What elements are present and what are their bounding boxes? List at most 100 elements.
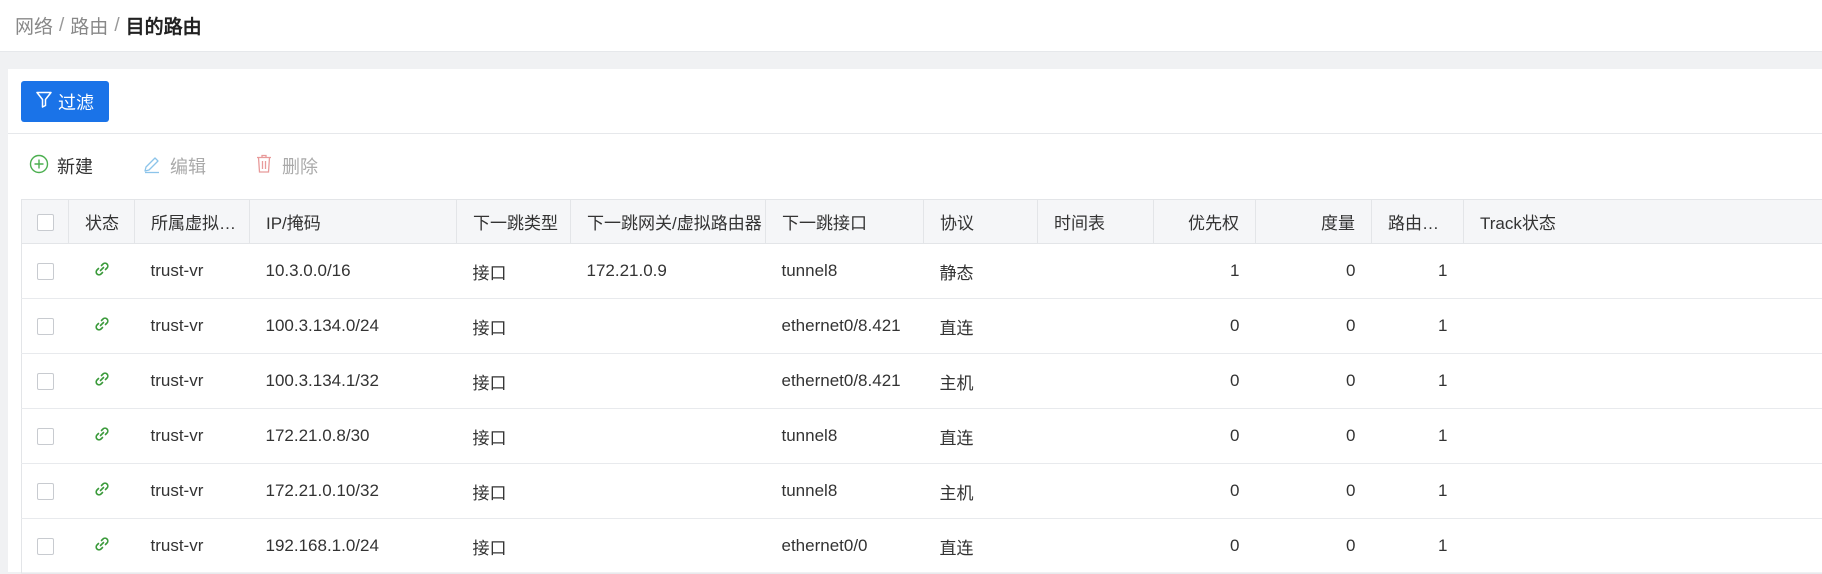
row-protocol: 直连 [924, 519, 1038, 574]
page-title: 目的路由 [126, 12, 202, 39]
row-route: 1 [1372, 464, 1464, 519]
row-ip-mask: 100.3.134.1/32 [250, 354, 457, 409]
row-ip-mask: 172.21.0.10/32 [250, 464, 457, 519]
filter-button[interactable]: 过滤 [21, 81, 109, 122]
column-header-protocol[interactable]: 协议 [924, 200, 1038, 244]
row-track-status [1464, 519, 1822, 574]
row-ip-mask: 192.168.1.0/24 [250, 519, 457, 574]
row-protocol: 静态 [924, 244, 1038, 299]
row-priority: 1 [1154, 244, 1256, 299]
row-priority: 0 [1154, 409, 1256, 464]
row-virtual-router: trust-vr [135, 409, 250, 464]
row-virtual-router: trust-vr [135, 244, 250, 299]
row-track-status [1464, 244, 1822, 299]
row-priority: 0 [1154, 464, 1256, 519]
delete-button[interactable]: 删除 [254, 153, 318, 179]
row-select-cell [22, 244, 69, 299]
table-row[interactable]: trust-vr172.21.0.10/32接口tunnel8主机001 [22, 464, 1822, 519]
row-route: 1 [1372, 244, 1464, 299]
row-route: 1 [1372, 519, 1464, 574]
row-select-cell [22, 299, 69, 354]
row-schedule [1038, 464, 1154, 519]
row-next-hop-gateway [571, 519, 766, 574]
column-header-next-hop-interface[interactable]: 下一跳接口 [766, 200, 924, 244]
row-ip-mask: 172.21.0.8/30 [250, 409, 457, 464]
row-checkbox[interactable] [37, 373, 54, 390]
filter-button-label: 过滤 [58, 89, 94, 115]
row-schedule [1038, 409, 1154, 464]
row-metric: 0 [1256, 299, 1372, 354]
filter-bar: 过滤 [8, 69, 1822, 134]
row-checkbox[interactable] [37, 483, 54, 500]
breadcrumb-separator: / [114, 15, 119, 37]
column-header-metric[interactable]: 度量 [1256, 200, 1372, 244]
row-status [69, 244, 135, 299]
row-track-status [1464, 299, 1822, 354]
table-row[interactable]: trust-vr172.21.0.8/30接口tunnel8直连001 [22, 409, 1822, 464]
row-next-hop-type: 接口 [457, 519, 571, 574]
link-icon [93, 425, 111, 448]
toolbar: 新建 编辑 删除 [8, 133, 1822, 199]
row-status [69, 409, 135, 464]
row-priority: 0 [1154, 299, 1256, 354]
row-schedule [1038, 299, 1154, 354]
table-row[interactable]: trust-vr10.3.0.0/16接口172.21.0.9tunnel8静态… [22, 244, 1822, 299]
row-next-hop-interface: tunnel8 [766, 244, 924, 299]
row-status [69, 519, 135, 574]
row-priority: 0 [1154, 519, 1256, 574]
row-next-hop-type: 接口 [457, 354, 571, 409]
row-next-hop-gateway [571, 464, 766, 519]
breadcrumb-item-network[interactable]: 网络 [15, 12, 53, 39]
row-next-hop-gateway [571, 299, 766, 354]
new-button[interactable]: 新建 [29, 153, 93, 179]
row-next-hop-type: 接口 [457, 244, 571, 299]
select-all-checkbox[interactable] [37, 214, 54, 231]
row-virtual-router: trust-vr [135, 299, 250, 354]
column-header-priority[interactable]: 优先权 [1154, 200, 1256, 244]
row-next-hop-interface: ethernet0/8.421 [766, 299, 924, 354]
column-header-next-hop-type[interactable]: 下一跳类型 [457, 200, 571, 244]
breadcrumb-item-routing[interactable]: 路由 [70, 12, 108, 39]
row-status [69, 299, 135, 354]
column-header-ip-mask[interactable]: IP/掩码 [250, 200, 457, 244]
row-protocol: 直连 [924, 299, 1038, 354]
trash-icon [254, 153, 274, 179]
table-row[interactable]: trust-vr100.3.134.1/32接口ethernet0/8.421主… [22, 354, 1822, 409]
select-all-cell [22, 200, 69, 244]
row-checkbox[interactable] [37, 538, 54, 555]
row-metric: 0 [1256, 519, 1372, 574]
column-header-virtual-router[interactable]: 所属虚拟… [135, 200, 250, 244]
column-header-schedule[interactable]: 时间表 [1038, 200, 1154, 244]
row-next-hop-gateway [571, 354, 766, 409]
row-ip-mask: 100.3.134.0/24 [250, 299, 457, 354]
row-protocol: 主机 [924, 464, 1038, 519]
row-next-hop-type: 接口 [457, 464, 571, 519]
link-icon [93, 535, 111, 558]
row-next-hop-type: 接口 [457, 409, 571, 464]
table-row[interactable]: trust-vr192.168.1.0/24接口ethernet0/0直连001 [22, 519, 1822, 574]
column-header-status[interactable]: 状态 [69, 200, 135, 244]
edit-button[interactable]: 编辑 [142, 153, 206, 179]
row-status [69, 464, 135, 519]
row-checkbox[interactable] [37, 263, 54, 280]
row-metric: 0 [1256, 409, 1372, 464]
row-checkbox[interactable] [37, 428, 54, 445]
column-header-track-status[interactable]: Track状态 [1464, 200, 1822, 244]
link-icon [93, 315, 111, 338]
table-row[interactable]: trust-vr100.3.134.0/24接口ethernet0/8.421直… [22, 299, 1822, 354]
row-next-hop-interface: tunnel8 [766, 409, 924, 464]
column-header-route[interactable]: 路由… [1372, 200, 1464, 244]
row-virtual-router: trust-vr [135, 354, 250, 409]
row-ip-mask: 10.3.0.0/16 [250, 244, 457, 299]
main-panel: 过滤 新建 编辑 删除 [8, 69, 1822, 572]
column-header-next-hop-gateway[interactable]: 下一跳网关/虚拟路由器 [571, 200, 766, 244]
row-next-hop-interface: ethernet0/8.421 [766, 354, 924, 409]
row-protocol: 直连 [924, 409, 1038, 464]
routes-table: 状态 所属虚拟… IP/掩码 下一跳类型 下一跳网关/虚拟路由器 下一跳接口 协… [21, 199, 1822, 574]
row-virtual-router: trust-vr [135, 464, 250, 519]
row-checkbox[interactable] [37, 318, 54, 335]
delete-button-label: 删除 [282, 153, 318, 179]
row-schedule [1038, 354, 1154, 409]
edit-button-label: 编辑 [170, 153, 206, 179]
row-metric: 0 [1256, 464, 1372, 519]
